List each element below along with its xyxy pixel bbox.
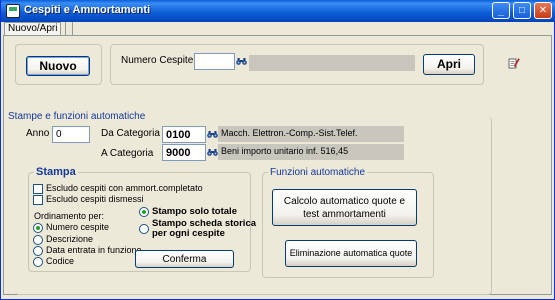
escludo-dismessi-label: Escludo cespiti dismessi <box>46 194 144 204</box>
tab-second[interactable] <box>65 22 73 36</box>
stampa-title: Stampa <box>34 166 78 178</box>
radio-data-entrata-label: Data entrata in funzione <box>46 245 142 255</box>
numero-cespite-input[interactable] <box>194 53 235 70</box>
radio-numero-cespite-label: Numero cespite <box>46 222 110 232</box>
tab-strip: Nuovo/Apri <box>1 22 554 36</box>
escludo-dismessi-checkbox[interactable] <box>33 195 43 205</box>
numero-cespite-label: Numero Cespite <box>121 55 194 66</box>
radio-codice[interactable] <box>33 257 43 267</box>
a-categoria-label: A Categoria <box>101 148 154 159</box>
da-categoria-input[interactable]: 0100 <box>162 126 206 143</box>
radio-stampo-scheda[interactable] <box>139 224 149 234</box>
radio-stampo-solo-totale[interactable] <box>139 207 149 217</box>
ordinamento-label: Ordinamento per: <box>34 211 105 221</box>
radio-descrizione[interactable] <box>33 235 43 245</box>
radio-descrizione-label: Descrizione <box>46 234 94 244</box>
anno-label: Anno <box>26 128 50 139</box>
close-icon: ✕ <box>538 5 548 16</box>
title-bar[interactable]: Cespiti e Ammortamenti _ □ ✕ <box>1 0 555 22</box>
maximize-icon: □ <box>518 5 526 16</box>
nuovo-button[interactable]: Nuovo <box>26 56 90 76</box>
radio-codice-label: Codice <box>46 256 75 266</box>
a-categoria-description: Beni importo unitario inf. 516,45 <box>218 144 404 160</box>
binoculars-icon <box>235 57 247 65</box>
stampo-solo-totale-label: Stampo solo totale <box>152 206 237 217</box>
tab-nuovo-apri[interactable]: Nuovo/Apri <box>4 22 62 36</box>
calcolo-line2: test ammortamenti <box>303 208 386 220</box>
anno-input[interactable]: 0 <box>52 126 90 143</box>
minimize-icon: _ <box>497 4 505 17</box>
a-categoria-lookup-button[interactable] <box>206 146 218 158</box>
binoculars-icon <box>206 148 218 156</box>
numero-cespite-description <box>249 55 415 71</box>
tab-content: Nuovo Numero Cespite Apri Stampe e funzi… <box>3 35 552 295</box>
window-title: Cespiti e Ammortamenti <box>24 4 151 16</box>
app-icon[interactable] <box>6 4 20 18</box>
close-button[interactable]: ✕ <box>534 2 552 19</box>
conferma-button[interactable]: Conferma <box>135 250 234 268</box>
calcolo-automatico-button[interactable]: Calcolo automatico quote e test ammortam… <box>272 189 417 226</box>
edit-document-icon[interactable] <box>508 56 520 69</box>
funzioni-title: Funzioni automatiche <box>268 167 368 178</box>
binoculars-icon <box>206 130 218 138</box>
eliminazione-automatica-button[interactable]: Eliminazione automatica quote <box>285 240 417 267</box>
numero-cespite-lookup-button[interactable] <box>235 55 247 67</box>
da-categoria-description: Macch. Elettron.-Comp.-Sist.Telef. <box>218 126 404 142</box>
escludo-completato-label: Escludo cespiti con ammort.completato <box>46 183 203 193</box>
stampo-scheda-line2: per ogni cespite <box>152 228 225 239</box>
calcolo-line1: Calcolo automatico quote e <box>283 195 406 207</box>
a-categoria-input[interactable]: 9000 <box>162 144 206 161</box>
da-categoria-lookup-button[interactable] <box>206 128 218 140</box>
escludo-completato-checkbox[interactable] <box>33 184 43 194</box>
maximize-button[interactable]: □ <box>513 2 531 19</box>
main-window: Cespiti e Ammortamenti _ □ ✕ Nuovo/Apri … <box>0 0 555 300</box>
apri-button[interactable]: Apri <box>423 54 475 75</box>
radio-numero-cespite[interactable] <box>33 223 43 233</box>
da-categoria-label: Da Categoria <box>101 128 160 139</box>
minimize-button[interactable]: _ <box>492 2 510 19</box>
radio-data-entrata[interactable] <box>33 246 43 256</box>
